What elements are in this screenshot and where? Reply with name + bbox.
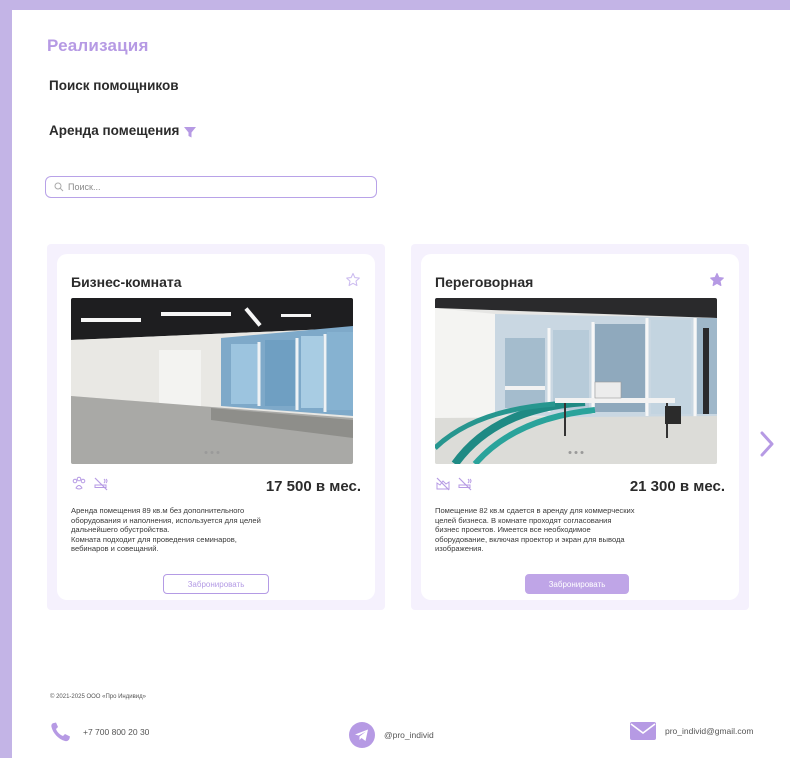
contact-phone[interactable]: +7 700 800 20 30 xyxy=(49,721,149,743)
copyright: © 2021-2025 ООО «Про Индивид» xyxy=(50,694,146,700)
room-card[interactable]: Бизнес-комната 17 500 в мес. Аренда поме… xyxy=(57,254,375,600)
room-title: Бизнес-комната xyxy=(71,274,182,290)
page: Реализация Поиск помощников Аренда помещ… xyxy=(12,10,790,758)
amenities xyxy=(71,476,109,492)
search-box[interactable] xyxy=(45,176,377,198)
no-smoking-icon xyxy=(94,477,108,491)
room-price: 17 500 в мес. xyxy=(265,478,361,495)
room-price: 21 300 в мес. xyxy=(629,478,725,495)
telegram-icon xyxy=(349,722,375,748)
filter-icon[interactable] xyxy=(183,125,197,139)
photo-pagination[interactable] xyxy=(568,451,584,454)
telegram-handle: @pro_individ xyxy=(384,730,434,740)
phone-icon xyxy=(51,722,70,742)
contact-email[interactable]: pro_individ@gmail.com xyxy=(629,721,753,741)
room-card[interactable]: Переговорная 21 300 в мес. Помещение 82 … xyxy=(421,254,739,600)
room-photo[interactable] xyxy=(435,298,717,464)
no-pets-icon xyxy=(436,477,450,491)
no-smoking-icon xyxy=(458,477,472,491)
room-card-wrapper: Бизнес-комната 17 500 в мес. Аренда поме… xyxy=(47,244,385,610)
room-photo[interactable] xyxy=(71,298,353,464)
photo-pagination[interactable] xyxy=(204,451,220,454)
room-card-wrapper: Переговорная 21 300 в мес. Помещение 82 … xyxy=(411,244,749,610)
search-input[interactable] xyxy=(68,182,368,192)
star-outline-icon[interactable] xyxy=(345,272,361,288)
mail-icon xyxy=(630,722,656,740)
nav-room-rental[interactable]: Аренда помещения xyxy=(49,122,197,139)
phone-number: +7 700 800 20 30 xyxy=(83,727,150,737)
room-title: Переговорная xyxy=(435,274,534,290)
pets-allowed-icon xyxy=(72,476,86,490)
room-description: Аренда помещения 89 кв.м без дополнитель… xyxy=(71,506,261,554)
brand-logo[interactable]: Реализация xyxy=(47,36,149,56)
star-filled-icon[interactable] xyxy=(709,272,725,288)
email-address: pro_individ@gmail.com xyxy=(665,726,754,736)
room-description: Помещение 82 кв.м сдается в аренду для к… xyxy=(435,506,635,554)
amenities xyxy=(435,476,473,492)
nav-search-helpers[interactable]: Поиск помощников xyxy=(49,78,179,93)
search-icon xyxy=(54,182,64,192)
book-button[interactable]: Забронировать xyxy=(525,574,629,594)
chevron-right-icon[interactable] xyxy=(759,430,775,458)
nav-room-rental-label: Аренда помещения xyxy=(49,123,180,138)
book-button[interactable]: Забронировать xyxy=(163,574,269,594)
contact-telegram[interactable]: @pro_individ xyxy=(348,721,434,749)
